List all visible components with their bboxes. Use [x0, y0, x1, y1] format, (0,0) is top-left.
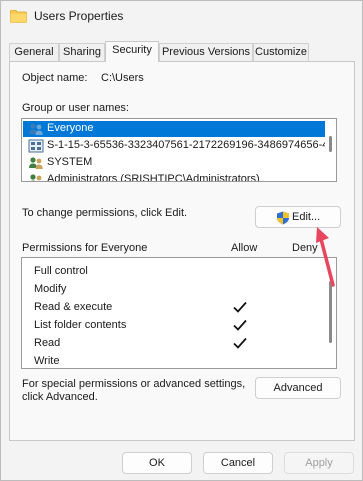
advanced-hint-line-2: click Advanced.: [22, 391, 98, 403]
pointer-arrow-icon: [316, 227, 335, 287]
tab-strip: General Sharing Security Previous Versio…: [9, 41, 355, 62]
permission-row: Write: [22, 352, 322, 368]
cancel-button[interactable]: Cancel: [203, 452, 273, 474]
shield-icon: [277, 211, 289, 225]
permission-name: Full control: [34, 265, 88, 277]
group-icon: [29, 157, 43, 169]
group-item-administrators[interactable]: Administrators (SRISHTIPC\Administrators…: [23, 172, 325, 182]
permission-row: Read & execute: [22, 298, 322, 316]
allow-check-icon: [233, 319, 247, 331]
permission-name: Write: [34, 355, 60, 367]
tab-customize[interactable]: Customize: [253, 43, 309, 61]
window-title: Users Properties: [34, 9, 124, 23]
advanced-hint-line-1: For special permissions or advanced sett…: [22, 378, 246, 390]
unknown-account-icon: [28, 139, 44, 153]
allow-header: Allow: [231, 242, 258, 254]
groups-listbox[interactable]: Everyone S-1-15-3-65536-3323407561-21722…: [21, 118, 337, 182]
allow-check-icon: [233, 301, 247, 313]
tab-security[interactable]: Security: [105, 41, 159, 62]
permissions-list[interactable]: Full control Modify Read & execute List …: [21, 257, 337, 369]
folder-icon: [10, 10, 27, 23]
permission-row: Read: [22, 334, 322, 352]
object-name-label: Object name:: [22, 72, 88, 84]
change-permissions-hint: To change permissions, click Edit.: [22, 207, 188, 219]
group-item-label: SYSTEM: [47, 156, 93, 168]
group-icon: [30, 174, 42, 181]
group-item-everyone[interactable]: Everyone: [23, 121, 325, 137]
object-name-value: C:\Users: [101, 72, 144, 84]
permission-row: Full control: [22, 262, 322, 280]
groups-label: Group or user names:: [22, 102, 129, 114]
ok-button[interactable]: OK: [122, 452, 192, 474]
permission-name: Read: [34, 337, 61, 349]
tab-previous-versions[interactable]: Previous Versions: [159, 43, 253, 61]
group-item-label: Everyone: [47, 122, 94, 134]
permission-row: Modify: [22, 280, 322, 298]
apply-button[interactable]: Apply: [284, 452, 354, 474]
permission-name: Read & execute: [34, 301, 113, 313]
permission-row: List folder contents: [22, 316, 322, 334]
group-icon: [29, 123, 43, 135]
allow-check-icon: [233, 337, 247, 349]
group-item-label: S-1-15-3-65536-3323407561-2172269196-348…: [47, 139, 325, 151]
properties-dialog: Users Properties General Sharing Securit…: [0, 0, 363, 481]
scroll-thumb[interactable]: [329, 281, 332, 343]
advanced-button[interactable]: Advanced: [255, 377, 341, 399]
tab-general[interactable]: General: [9, 43, 59, 61]
permissions-label: Permissions for Everyone: [22, 242, 148, 254]
tab-sharing[interactable]: Sharing: [59, 43, 105, 61]
group-item-sid[interactable]: S-1-15-3-65536-3323407561-2172269196-348…: [23, 138, 325, 154]
group-item-system[interactable]: SYSTEM: [23, 155, 325, 171]
permission-name: Modify: [34, 283, 67, 295]
scroll-thumb[interactable]: [329, 136, 332, 152]
title-bar[interactable]: Users Properties: [1, 1, 362, 33]
permission-name: List folder contents: [34, 319, 127, 331]
group-item-label: Administrators (SRISHTIPC\Administrators…: [47, 173, 260, 182]
groups-scrollbar[interactable]: [326, 120, 335, 180]
edit-button-label: Edit...: [292, 211, 321, 223]
